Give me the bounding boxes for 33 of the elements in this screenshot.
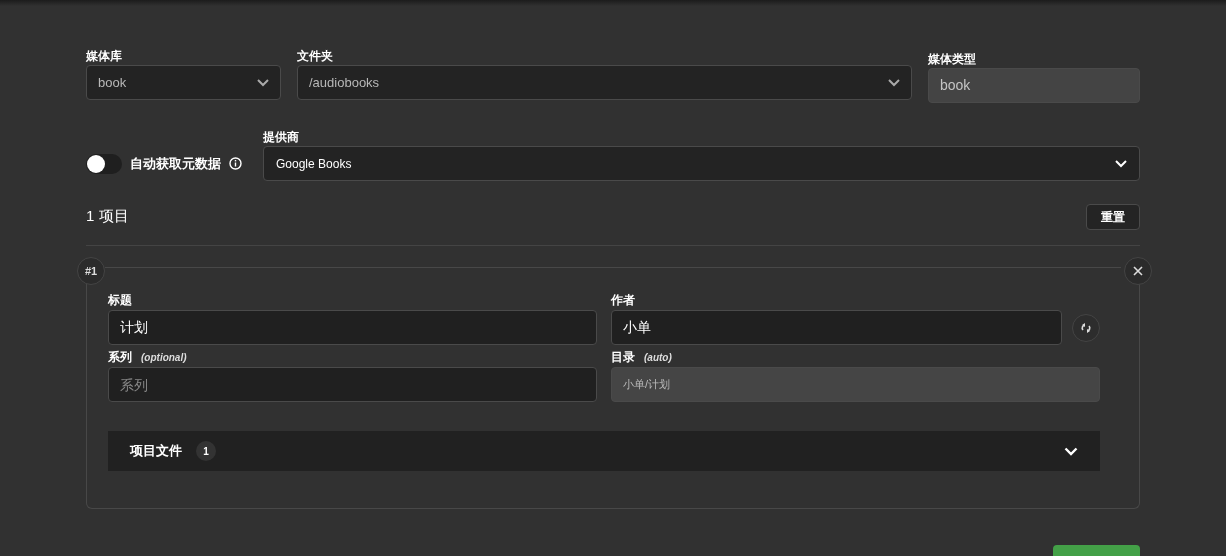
- field-note: (optional): [141, 351, 187, 365]
- close-button[interactable]: [1124, 257, 1152, 285]
- text-field[interactable]: 小单: [611, 310, 1063, 345]
- field-label: 系列: [108, 349, 132, 366]
- info-icon: [229, 157, 242, 170]
- field-label: 文件夹: [297, 48, 334, 65]
- text-field[interactable]: 计划: [108, 310, 597, 345]
- chevron-down-icon: [257, 78, 269, 87]
- count-badge: 1: [196, 441, 216, 461]
- field-label: 标题: [108, 292, 132, 309]
- sync-icon: [1080, 322, 1093, 333]
- field-label: 提供商: [263, 129, 300, 146]
- close-icon: [1133, 266, 1143, 276]
- chevron-icon: [1064, 446, 1078, 456]
- files-panel[interactable]: 项目文件 1: [108, 431, 1100, 471]
- text-field[interactable]: 系列: [108, 367, 597, 402]
- chevron-down-icon: [1115, 159, 1127, 168]
- chevron-down-icon: [888, 78, 900, 87]
- refresh-button[interactable]: [1072, 313, 1100, 342]
- item-number: #1: [77, 257, 105, 285]
- files-label: 项目文件: [130, 442, 182, 461]
- field-label: 目录: [611, 349, 635, 366]
- field-note: (auto): [644, 351, 672, 365]
- field-label: 媒体库: [86, 48, 123, 65]
- toggle-switch[interactable]: [86, 153, 122, 174]
- toggle-label: 自动获取元数据: [130, 154, 221, 173]
- field-label: 媒体类型: [928, 51, 977, 68]
- reset-button[interactable]: 重置: [1086, 203, 1140, 230]
- provider-select[interactable]: Google Books: [263, 146, 1140, 181]
- field-label: 作者: [611, 292, 635, 309]
- items-count: 1 项目: [86, 206, 129, 227]
- library-select[interactable]: book: [86, 65, 281, 100]
- folder-select[interactable]: /audiobooks: [297, 65, 912, 100]
